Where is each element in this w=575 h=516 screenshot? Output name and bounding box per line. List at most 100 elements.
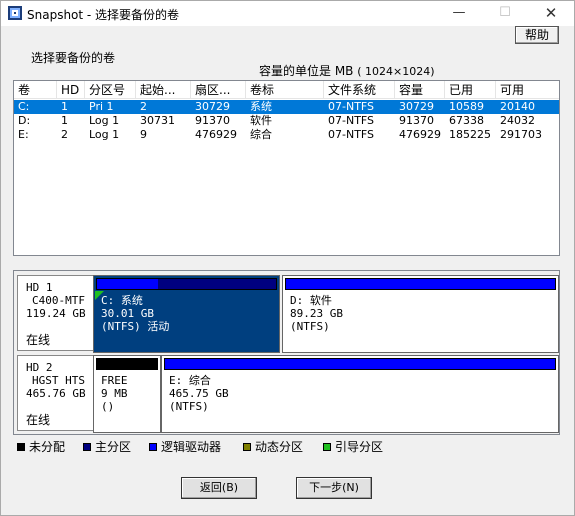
col-header-used[interactable]: 已用	[445, 81, 496, 99]
partition-e-size: 465.75 GB	[169, 387, 229, 400]
partition-e-usage-fill	[165, 359, 318, 369]
disk-1-name: HD 1	[26, 281, 53, 294]
cell-label: 综合	[250, 128, 272, 141]
col-header-volume[interactable]: 卷	[14, 81, 57, 99]
cell-free: 24032	[500, 114, 535, 127]
disk-2-name: HD 2	[26, 361, 53, 374]
cell-label: 软件	[250, 114, 272, 127]
disk-2-size: 465.76 GB	[26, 387, 86, 400]
legend-unallocated-swatch	[17, 443, 25, 451]
cell-capacity: 476929	[399, 128, 441, 141]
partition-c-size: 30.01 GB	[101, 307, 154, 320]
disk-1-size: 119.24 GB	[26, 307, 86, 320]
cell-partition: Log 1	[89, 114, 120, 127]
cell-hd: 1	[61, 100, 68, 113]
cell-start: 30731	[140, 114, 175, 127]
table-row[interactable]: C: 1 Pri 1 2 30729 系统 07-NTFS 30729 1058…	[14, 100, 559, 114]
col-header-hd[interactable]: HD	[57, 81, 85, 99]
section-label: 选择要备份的卷	[31, 51, 116, 65]
disk-2-model: HGST HTS	[32, 374, 85, 387]
unit-label: 容量的单位是 MB ( 1024×1024)	[259, 62, 435, 79]
partition-c[interactable]: C: 系统 30.01 GB (NTFS) 活动	[93, 275, 280, 353]
cell-used: 67338	[449, 114, 484, 127]
partition-free-fs: ()	[101, 400, 115, 413]
col-header-sectors[interactable]: 扇区...	[191, 81, 246, 99]
snapshot-app-icon	[7, 5, 23, 21]
next-button[interactable]: 下一步(N)	[296, 477, 372, 499]
disk-map-panel: HD 1 C400-MTF 119.24 GB 在线 C: 系统 30.01 G…	[13, 270, 560, 435]
cell-filesystem: 07-NTFS	[328, 100, 375, 113]
cell-start: 2	[140, 100, 147, 113]
cell-partition: Log 1	[89, 128, 120, 141]
partition-free-text: FREE 9 MB ()	[101, 374, 128, 413]
snapshot-window: Snapshot - 选择要备份的卷 — ☐ ✕ 帮助 选择要备份的卷 容量的单…	[0, 0, 575, 516]
legend-unallocated-label: 未分配	[29, 440, 66, 454]
disk-2-status: 在线	[26, 413, 51, 427]
cell-partition: Pri 1	[89, 100, 114, 113]
title-bar[interactable]: Snapshot - 选择要备份的卷 — ☐ ✕	[1, 1, 574, 26]
cell-label: 系统	[250, 100, 272, 113]
unit-label-sub: ( 1024×1024)	[357, 65, 435, 78]
partition-d-text: D: 软件 89.23 GB (NTFS)	[290, 294, 343, 333]
cell-free: 20140	[500, 100, 535, 113]
partition-d-title: D: 软件	[290, 294, 332, 307]
legend-primary-swatch	[83, 443, 91, 451]
legend-boot-swatch	[323, 443, 331, 451]
legend-logical-label: 逻辑驱动器	[161, 440, 222, 454]
partition-free-size: 9 MB	[101, 387, 128, 400]
close-icon[interactable]: ✕	[528, 1, 574, 26]
partition-free[interactable]: FREE 9 MB ()	[93, 355, 161, 433]
col-header-partition[interactable]: 分区号	[85, 81, 136, 99]
legend-logical-swatch	[149, 443, 157, 451]
cell-volume: D:	[18, 114, 31, 127]
partition-e-fs: (NTFS)	[169, 400, 209, 413]
volume-list[interactable]: 卷 HD 分区号 起始... 扇区... 卷标 文件系统 容量 已用 可用 C:…	[13, 80, 560, 256]
partition-e[interactable]: E: 综合 465.75 GB (NTFS)	[161, 355, 559, 433]
cell-capacity: 30729	[399, 100, 434, 113]
cell-sectors: 30729	[195, 100, 230, 113]
partition-d-fs: (NTFS)	[290, 320, 330, 333]
col-header-start[interactable]: 起始...	[136, 81, 191, 99]
maximize-icon[interactable]: ☐	[482, 1, 528, 26]
cell-hd: 2	[61, 128, 68, 141]
table-row[interactable]: E: 2 Log 1 9 476929 综合 07-NTFS 476929 18…	[14, 128, 559, 142]
cell-capacity: 91370	[399, 114, 434, 127]
cell-volume: C:	[18, 100, 30, 113]
cell-free: 291703	[500, 128, 542, 141]
legend-boot-label: 引导分区	[335, 440, 384, 454]
disk-1-info[interactable]: HD 1 C400-MTF 119.24 GB 在线	[17, 275, 102, 351]
partition-c-usage-bar	[96, 278, 277, 290]
partition-c-text: C: 系统 30.01 GB (NTFS) 活动	[101, 294, 169, 333]
cell-filesystem: 07-NTFS	[328, 128, 375, 141]
col-header-label[interactable]: 卷标	[246, 81, 324, 99]
partition-c-usage-fill	[97, 279, 158, 289]
col-header-free[interactable]: 可用	[496, 81, 559, 99]
partition-c-title: C: 系统	[101, 294, 143, 307]
partition-e-text: E: 综合 465.75 GB (NTFS)	[169, 374, 229, 413]
back-button[interactable]: 返回(B)	[181, 477, 257, 499]
legend-dynamic-label: 动态分区	[255, 440, 304, 454]
volume-list-header: 卷 HD 分区号 起始... 扇区... 卷标 文件系统 容量 已用 可用	[14, 81, 559, 99]
legend-primary-label: 主分区	[95, 440, 132, 454]
window-title: Snapshot - 选择要备份的卷	[27, 8, 180, 22]
partition-d[interactable]: D: 软件 89.23 GB (NTFS)	[282, 275, 559, 353]
minimize-icon[interactable]: —	[436, 1, 482, 26]
disk-2-info[interactable]: HD 2 HGST HTS 465.76 GB 在线	[17, 355, 102, 431]
disk-1-status: 在线	[26, 333, 51, 347]
partition-free-usage-bar	[96, 358, 158, 370]
cell-filesystem: 07-NTFS	[328, 114, 375, 127]
col-header-capacity[interactable]: 容量	[395, 81, 445, 99]
col-header-filesystem[interactable]: 文件系统	[324, 81, 395, 99]
cell-used: 10589	[449, 100, 484, 113]
help-button[interactable]: 帮助	[515, 26, 559, 44]
partition-free-usage-fill	[97, 359, 157, 369]
disk-1-model: C400-MTF	[32, 294, 85, 307]
table-row[interactable]: D: 1 Log 1 30731 91370 软件 07-NTFS 91370 …	[14, 114, 559, 128]
cell-volume: E:	[18, 128, 29, 141]
legend-dynamic-swatch	[243, 443, 251, 451]
partition-free-title: FREE	[101, 374, 128, 387]
cell-hd: 1	[61, 114, 68, 127]
cell-used: 185225	[449, 128, 491, 141]
partition-e-usage-bar	[164, 358, 556, 370]
cell-sectors: 476929	[195, 128, 237, 141]
